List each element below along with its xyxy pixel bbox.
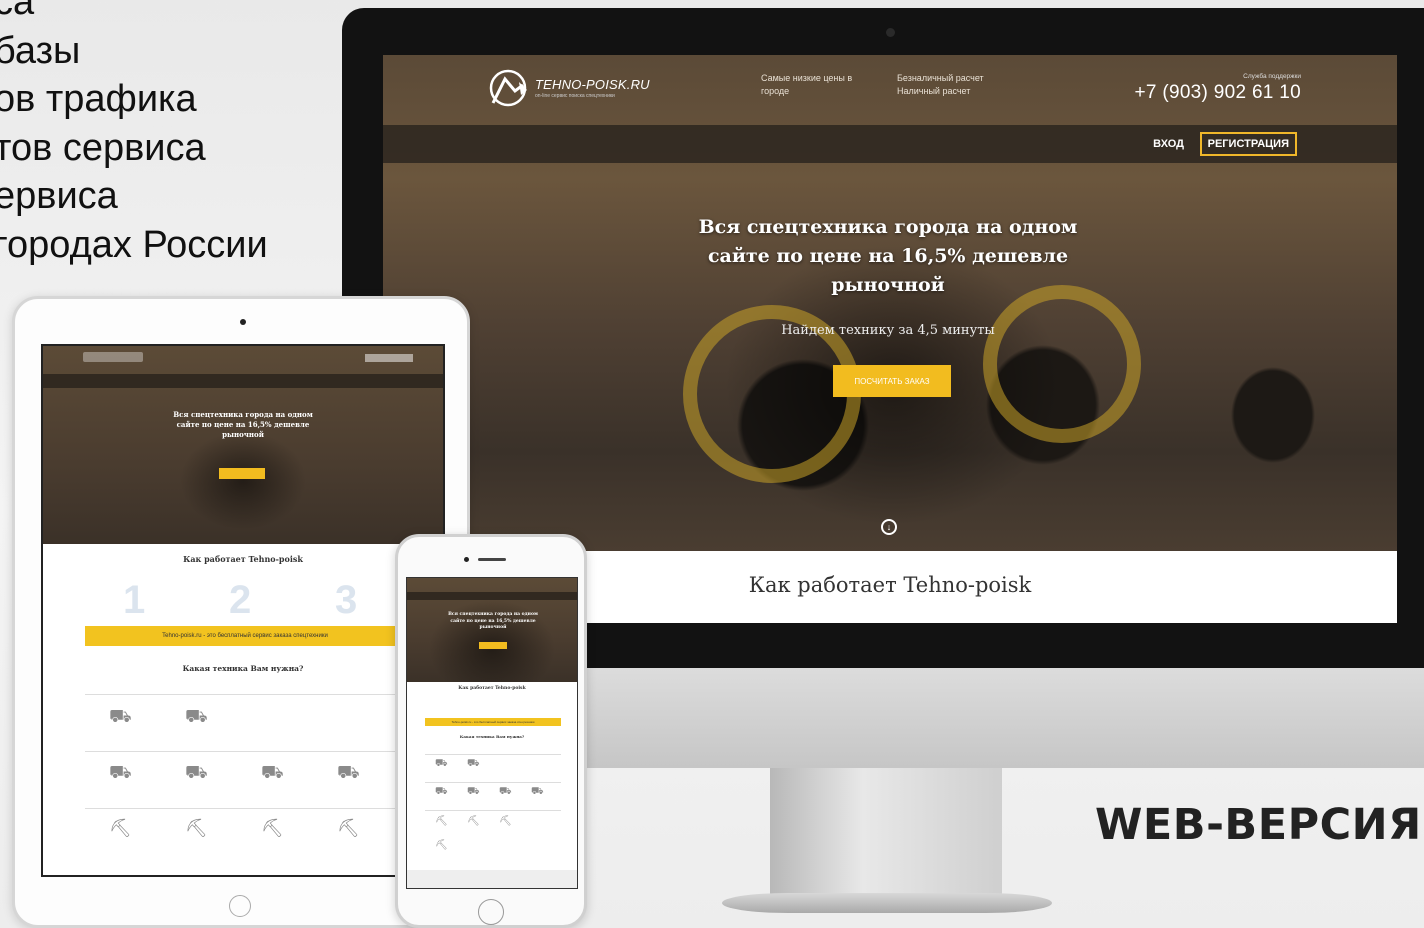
excavator-icon[interactable]: ⛏: [435, 840, 448, 851]
header-info-prices: Самые низкие цены в городе: [761, 72, 852, 98]
divider: [425, 754, 561, 755]
web-version-label: WEB-ВЕРСИЯ: [1095, 800, 1422, 850]
hero-title: Вся спецтехника города на одном сайте по…: [698, 216, 1078, 296]
truck-icon[interactable]: ⛟: [109, 762, 132, 786]
left-text-block: са базы ов трафика тов сервиса ервиса го…: [0, 0, 268, 269]
header-info-line: Самые низкие цены в: [761, 73, 853, 83]
tractor-wheel-image: [983, 285, 1141, 443]
phone-cta-button[interactable]: [479, 642, 507, 649]
monitor-stand: [770, 768, 1002, 898]
header-info-payment: Безналичный расчет Наличный расчет: [897, 72, 984, 98]
phone-screen: Вся спецтехника города на одном сайте по…: [406, 577, 578, 889]
site-logo[interactable]: TEHNO-POISK.RU on-line сервис поиска спе…: [485, 65, 650, 111]
tablet-hero-title: Вся спецтехника города на одном сайте по…: [173, 410, 313, 439]
tablet-phone: [365, 354, 413, 362]
phone-footer: [407, 870, 577, 888]
divider: [85, 694, 405, 695]
header-info-line: Безналичный расчет: [897, 73, 984, 83]
truck-icon[interactable]: ⛟: [185, 706, 208, 730]
tablet-hero: Вся спецтехника города на одном сайте по…: [43, 346, 443, 544]
step-number: 2: [229, 578, 252, 622]
truck-icon[interactable]: ⛟: [261, 762, 284, 786]
step-number: 3: [335, 578, 358, 622]
home-button[interactable]: [229, 895, 251, 917]
excavator-icon[interactable]: ⛏: [185, 818, 208, 839]
tablet-screen: Вся спецтехника города на одном сайте по…: [41, 344, 445, 877]
camera-icon: [464, 557, 469, 562]
phone-how-title: Как работает Tehno-poisk: [458, 686, 526, 691]
truck-icon[interactable]: ⛟: [531, 786, 544, 799]
divider: [85, 808, 405, 809]
excavator-icon[interactable]: ⛏: [337, 818, 360, 839]
phone-question: Какая техника Вам нужна?: [459, 734, 525, 739]
camera-icon: [886, 28, 895, 37]
header-info-line: городе: [761, 86, 790, 96]
register-button[interactable]: РЕГИСТРАЦИЯ: [1199, 132, 1297, 156]
step-number: 1: [123, 578, 146, 622]
divider: [425, 810, 561, 811]
excavator-icon[interactable]: ⛏: [499, 816, 512, 827]
phone-info-band: Tehno-poisk.ru - это бесплатный сервис з…: [425, 718, 561, 726]
logo-tagline: on-line сервис поиска спецтехники: [535, 93, 615, 99]
divider: [85, 751, 405, 752]
excavator-icon[interactable]: ⛏: [109, 818, 132, 839]
phone-hero: Вся спецтехника города на одном сайте по…: [407, 578, 577, 682]
excavator-icon[interactable]: ⛏: [435, 816, 448, 827]
truck-icon[interactable]: ⛟: [467, 758, 480, 771]
left-text-line: са: [0, 0, 35, 23]
logo-name: TEHNO-POISK.RU: [535, 77, 650, 92]
tablet-how-title: Как работает Tehno-poisk: [183, 554, 303, 564]
speaker-grille: [478, 558, 506, 561]
scroll-down-icon[interactable]: ↓: [881, 519, 897, 535]
tablet-logo: [83, 352, 143, 362]
excavator-icon[interactable]: ⛏: [261, 818, 284, 839]
phone-number[interactable]: +7 (903) 902 61 10: [1134, 82, 1301, 104]
truck-icon[interactable]: ⛟: [435, 758, 448, 771]
truck-icon[interactable]: ⛟: [499, 786, 512, 799]
support-label: Служба поддержки: [1243, 73, 1301, 80]
truck-icon[interactable]: ⛟: [467, 786, 480, 799]
phone-hero-title: Вся спецтехника города на одном сайте по…: [448, 612, 538, 630]
monitor-stand-base: [722, 893, 1052, 913]
phone-navbar: [407, 592, 577, 600]
left-text-line: ов трафика: [0, 78, 197, 120]
support-phone: Служба поддержки +7 (903) 902 61 10: [1134, 73, 1301, 104]
tablet-navbar: [43, 374, 443, 388]
phone-device: Вся спецтехника города на одном сайте по…: [395, 534, 587, 928]
excavator-logo-icon: [489, 69, 527, 107]
left-text-line: городах России: [0, 223, 268, 266]
truck-icon[interactable]: ⛟: [435, 786, 448, 799]
login-link[interactable]: ВХОД: [1153, 138, 1184, 150]
left-text-line: ервиса: [0, 175, 118, 217]
tablet-info-band: Tehno-poisk.ru - это бесплатный сервис з…: [85, 626, 405, 646]
truck-icon[interactable]: ⛟: [109, 706, 132, 730]
truck-icon[interactable]: ⛟: [185, 762, 208, 786]
excavator-icon[interactable]: ⛏: [467, 816, 480, 827]
left-text-line: тов сервиса: [0, 126, 206, 169]
hero-subtitle: Найдем технику за 4,5 минуты: [781, 323, 995, 338]
divider: [425, 782, 561, 783]
top-navbar: ВХОД РЕГИСТРАЦИЯ: [383, 125, 1397, 163]
tablet-question: Какая техника Вам нужна?: [182, 664, 304, 673]
calculate-order-button[interactable]: ПОСЧИТАТЬ ЗАКАЗ: [833, 365, 951, 397]
truck-icon[interactable]: ⛟: [337, 762, 360, 786]
tablet-cta-button[interactable]: [219, 468, 265, 479]
left-text-line: базы: [0, 29, 81, 72]
header-info-line: Наличный расчет: [897, 86, 971, 96]
hero-section: TEHNO-POISK.RU on-line сервис поиска спе…: [383, 55, 1397, 551]
home-button[interactable]: [478, 899, 504, 925]
camera-icon: [240, 319, 246, 325]
